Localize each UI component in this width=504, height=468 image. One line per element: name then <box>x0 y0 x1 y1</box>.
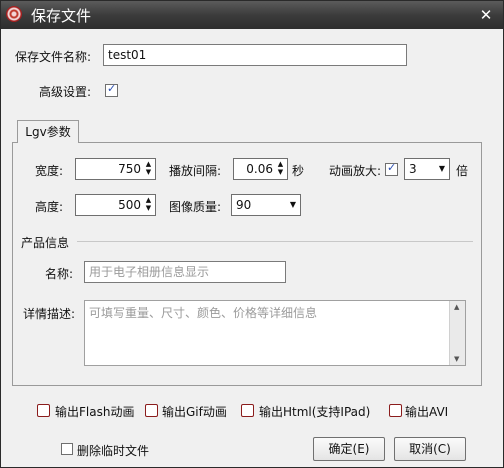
tab-lgv-params[interactable]: Lgv参数 <box>17 120 79 143</box>
scroll-up-icon[interactable]: ▲ <box>454 303 459 311</box>
file-name-value: test01 <box>108 48 147 62</box>
output-avi-label: 输出AVI <box>405 405 449 419</box>
chevron-down-icon[interactable]: ▼ <box>290 200 296 209</box>
product-name-label: 名称: <box>45 267 74 281</box>
output-flash-checkbox[interactable] <box>37 404 50 417</box>
detail-textarea[interactable]: 可填写重量、尺寸、颜色、价格等详细信息 ▲ ▼ <box>84 300 466 366</box>
advanced-settings-checkbox[interactable] <box>105 82 118 97</box>
delete-temp-checkbox[interactable] <box>61 443 73 455</box>
zoom-unit: 倍 <box>456 164 469 178</box>
interval-unit: 秒 <box>292 164 305 178</box>
spin-arrows-icon[interactable]: ▲ ▼ <box>276 160 285 178</box>
width-value: 750 <box>118 162 141 176</box>
output-gif-label: 输出Gif动画 <box>162 405 227 419</box>
height-label: 高度: <box>35 200 64 214</box>
zoom-label: 动画放大: <box>329 164 382 178</box>
file-name-input[interactable]: test01 <box>103 44 407 66</box>
output-gif-checkbox[interactable] <box>145 404 158 417</box>
window-title: 保存文件 <box>31 7 92 25</box>
interval-value: 0.06 <box>246 162 273 176</box>
ok-button[interactable]: 确定(E) <box>313 437 385 461</box>
zoom-checkbox[interactable] <box>385 161 398 176</box>
interval-spinbox[interactable]: 0.06 ▲ ▼ <box>233 158 288 180</box>
advanced-settings-label: 高级设置: <box>39 85 92 99</box>
spin-arrows-icon[interactable]: ▲ ▼ <box>144 160 153 178</box>
output-html-checkbox[interactable] <box>241 404 254 417</box>
height-value: 500 <box>118 198 141 212</box>
output-html-label: 输出Html(支持IPad) <box>259 405 371 419</box>
output-flash-label: 输出Flash动画 <box>55 405 135 419</box>
output-avi-checkbox[interactable] <box>389 404 402 417</box>
detail-label: 详情描述: <box>23 307 76 321</box>
product-name-placeholder: 用于电子相册信息显示 <box>89 265 210 279</box>
cancel-button[interactable]: 取消(C) <box>394 437 466 461</box>
product-name-input[interactable]: 用于电子相册信息显示 <box>84 261 286 283</box>
zoom-value: 3 <box>409 162 417 176</box>
file-name-label: 保存文件名称: <box>15 50 92 64</box>
close-icon[interactable]: ✕ <box>475 5 497 25</box>
detail-scrollbar[interactable]: ▲ ▼ <box>449 301 465 365</box>
section-divider <box>77 241 473 242</box>
quality-label: 图像质量: <box>169 200 222 214</box>
title-bar[interactable]: 保存文件 ✕ <box>1 1 503 29</box>
save-file-dialog: 保存文件 ✕ 保存文件名称: test01 高级设置: Lgv参数 宽度: 75… <box>0 0 504 468</box>
detail-placeholder: 可填写重量、尺寸、颜色、价格等详细信息 <box>89 306 318 320</box>
width-label: 宽度: <box>35 164 64 178</box>
width-spinbox[interactable]: 750 ▲ ▼ <box>75 158 156 180</box>
scroll-down-icon[interactable]: ▼ <box>454 355 459 363</box>
height-spinbox[interactable]: 500 ▲ ▼ <box>75 194 156 216</box>
app-icon <box>6 6 22 22</box>
quality-value: 90 <box>236 198 252 212</box>
zoom-select[interactable]: 3 ▼ <box>404 158 450 180</box>
product-info-label: 产品信息 <box>21 236 70 250</box>
quality-select[interactable]: 90 ▼ <box>231 194 301 216</box>
chevron-down-icon[interactable]: ▼ <box>439 164 445 173</box>
delete-temp-label: 删除临时文件 <box>77 444 150 458</box>
interval-label: 播放间隔: <box>169 164 222 178</box>
spin-arrows-icon[interactable]: ▲ ▼ <box>144 196 153 214</box>
